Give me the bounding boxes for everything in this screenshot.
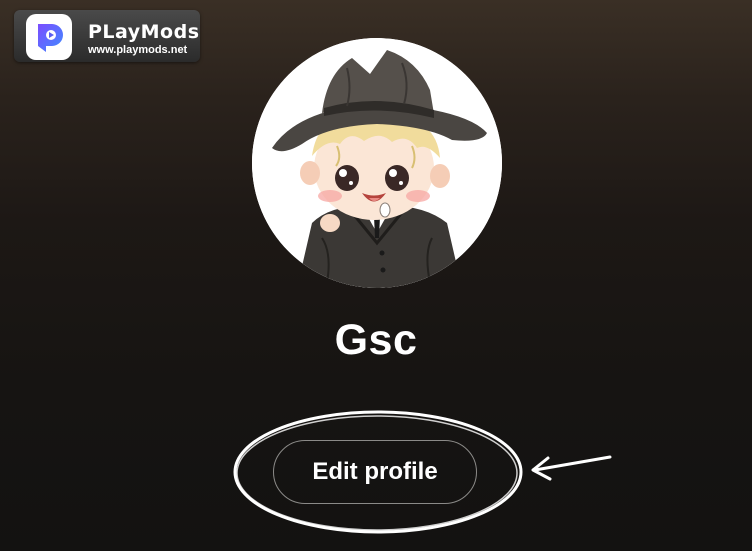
watermark-url: www.playmods.net [88, 44, 188, 56]
playmods-watermark: PLayMods www.playmods.net [14, 10, 200, 62]
avatar-illustration [252, 38, 502, 288]
profile-avatar[interactable] [252, 38, 502, 288]
profile-username: Gsc [334, 316, 418, 364]
playmods-logo-icon [26, 14, 72, 60]
edit-profile-label: Edit profile [312, 458, 438, 485]
pointer-arrow-icon [531, 455, 612, 481]
edit-profile-button[interactable]: Edit profile [273, 440, 477, 504]
watermark-title: PLayMods [88, 21, 200, 43]
